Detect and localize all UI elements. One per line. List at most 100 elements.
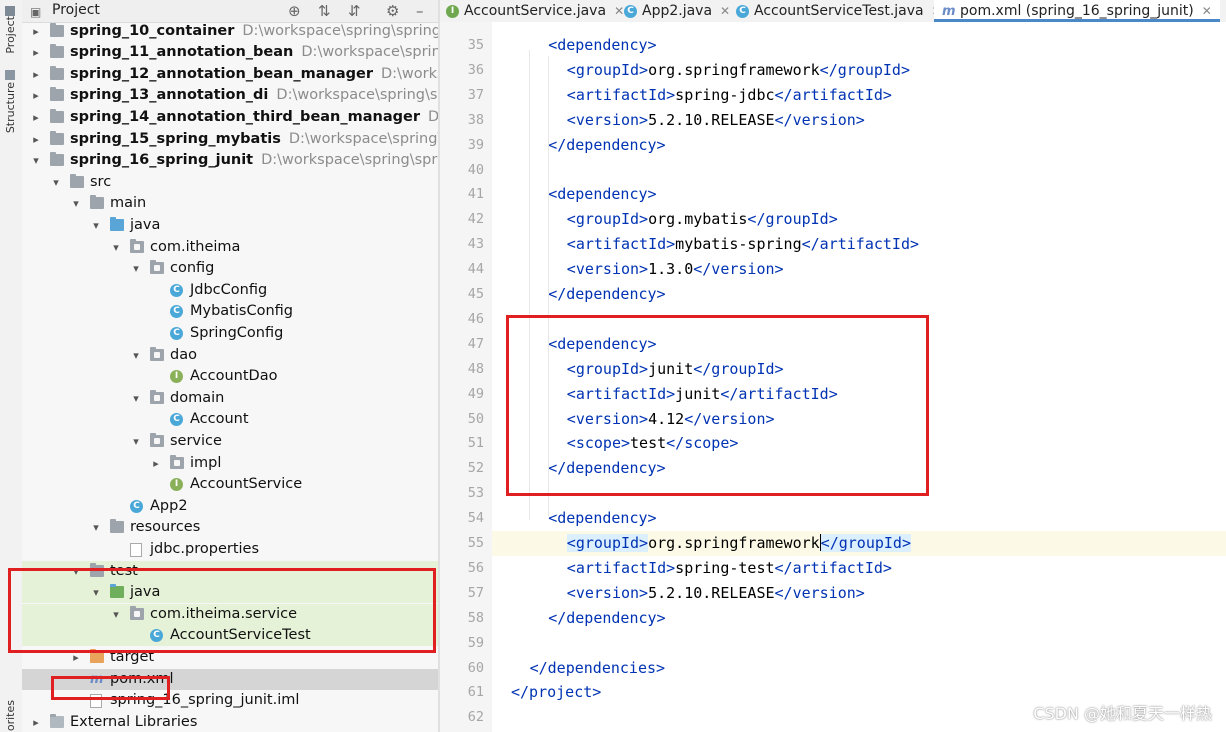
package-icon <box>150 433 164 447</box>
tree-item-path: D:\worksp <box>428 109 438 125</box>
class-icon: C <box>170 413 183 427</box>
code-line[interactable]: <groupId>org.springframework</groupId> <box>492 58 1226 83</box>
tab-account-service[interactable]: I AccountService.java ✕ <box>446 0 624 22</box>
chevron-right-icon[interactable]: ▸ <box>30 64 42 85</box>
tree-item[interactable]: ▾ com.itheima <box>22 237 438 258</box>
tree-item[interactable]: ▾ spring_16_spring_junit D:\workspace\spri… <box>22 150 438 171</box>
code-line[interactable]: <dependency> <box>492 182 1226 207</box>
tree-item-label: resources <box>130 517 200 538</box>
tree-item[interactable]: ▸ spring_15_spring_mybatis D:\workspace\sp… <box>22 129 438 150</box>
structure-tool-icon[interactable] <box>5 70 15 80</box>
tree-item[interactable]: ▸ spring_10_container D:\workspace\spring\… <box>22 21 438 42</box>
tree-item[interactable]: ▾ domain <box>22 388 438 409</box>
code-line[interactable]: <artifactId>spring-test</artifactId> <box>492 556 1226 581</box>
chevron-down-icon[interactable]: ▾ <box>30 150 42 171</box>
project-panel-header: ▣ Project ⊕ ⇅ ⇵ ⚙ – <box>22 0 438 23</box>
chevron-down-icon[interactable]: ▾ <box>50 172 62 193</box>
code-line[interactable]: </dependency> <box>492 133 1226 158</box>
tab-app2[interactable]: C App2.java ✕ <box>624 0 730 22</box>
tree-item[interactable]: ▾ resources <box>22 517 438 538</box>
tree-item[interactable]: ▸ spring_12_annotation_bean_manager D:\wor… <box>22 64 438 85</box>
tree-item[interactable]: ▾ service <box>22 431 438 452</box>
tree-item-name: dao <box>170 346 197 363</box>
code-line[interactable]: <version>5.2.10.RELEASE</version> <box>492 108 1226 133</box>
tree-item[interactable]: I AccountService <box>22 474 438 495</box>
code-line[interactable]: <artifactId>spring-jdbc</artifactId> <box>492 83 1226 108</box>
collapse-icon[interactable]: ⇅ <box>318 2 331 20</box>
annotation-box-pom <box>51 676 170 700</box>
expand-icon[interactable]: ⇵ <box>348 2 361 20</box>
tab-pom-xml[interactable]: m pom.xml (spring_16_spring_junit) ✕ <box>934 0 1220 22</box>
code-line[interactable]: <groupId>org.springframework</groupId> <box>492 531 1226 556</box>
project-tool-button[interactable]: Project <box>4 16 17 54</box>
chevron-down-icon[interactable]: ▾ <box>70 193 82 214</box>
package-icon <box>150 389 164 404</box>
chevron-right-icon[interactable]: ▸ <box>30 107 42 128</box>
line-number: 60 <box>467 659 484 676</box>
tree-item[interactable]: C MybatisConfig <box>22 301 438 322</box>
code-line[interactable]: </dependencies> <box>492 656 1226 681</box>
chevron-right-icon[interactable]: ▸ <box>30 712 42 732</box>
chevron-down-icon[interactable]: ▾ <box>130 258 142 279</box>
code-line[interactable]: <version>1.3.0</version> <box>492 257 1226 282</box>
chevron-down-icon[interactable]: ▾ <box>110 237 122 258</box>
tree-item[interactable]: ▸ External Libraries <box>22 712 438 732</box>
line-number: 51 <box>467 435 484 452</box>
project-panel-title[interactable]: Project <box>52 0 100 20</box>
chevron-down-icon[interactable]: ▾ <box>130 431 142 452</box>
tree-item[interactable]: C Account <box>22 409 438 430</box>
tree-item[interactable]: ▾ config <box>22 258 438 279</box>
tab-account-service-test[interactable]: CAccountServiceTest.java✕ <box>736 0 942 22</box>
tree-item[interactable]: jdbc.properties <box>22 539 438 560</box>
annotation-box-test-folder <box>8 568 436 653</box>
chevron-down-icon[interactable]: ▾ <box>130 388 142 409</box>
chevron-down-icon[interactable]: ▾ <box>90 517 102 538</box>
chevron-right-icon[interactable]: ▸ <box>150 453 162 474</box>
chevron-right-icon[interactable]: ▸ <box>30 85 42 106</box>
tree-item[interactable]: ▾ dao <box>22 345 438 366</box>
code-line[interactable]: </dependency> <box>492 282 1226 307</box>
code-line[interactable]: <version>5.2.10.RELEASE</version> <box>492 581 1226 606</box>
minimize-icon[interactable]: – <box>416 2 424 20</box>
tree-item[interactable]: C SpringConfig <box>22 323 438 344</box>
chevron-right-icon[interactable]: ▸ <box>30 21 42 42</box>
chevron-right-icon[interactable]: ▸ <box>30 42 42 63</box>
close-icon[interactable]: ✕ <box>1202 4 1212 18</box>
tree-item[interactable]: C App2 <box>22 496 438 517</box>
xml-tag: <dependency> <box>548 509 657 528</box>
editor-tab-bar: I AccountService.java ✕ C App2.java ✕ C Accou… <box>440 0 1226 23</box>
tree-item[interactable]: ▸ spring_11_annotation_bean D:\workspace\s… <box>22 42 438 63</box>
code-line[interactable]: <groupId>org.mybatis</groupId> <box>492 207 1226 232</box>
tree-item[interactable]: I AccountDao <box>22 366 438 387</box>
chevron-right-icon[interactable]: ▸ <box>30 129 42 150</box>
code-line[interactable] <box>492 631 1226 656</box>
tree-item[interactable]: ▾ main <box>22 193 438 214</box>
gear-icon[interactable]: ⚙ <box>386 2 399 20</box>
tree-item[interactable]: ▸ spring_14_annotation_third_bean_manager… <box>22 107 438 128</box>
close-icon[interactable]: ✕ <box>720 4 730 18</box>
code-line[interactable]: <dependency> <box>492 33 1226 58</box>
code-line[interactable]: </dependency> <box>492 606 1226 631</box>
tree-item[interactable]: ▸ impl <box>22 453 438 474</box>
structure-tool-button[interactable]: Structure <box>4 82 17 133</box>
tree-item[interactable]: ▸ spring_13_annotation_di D:\workspace\spr… <box>22 85 438 106</box>
project-tool-icon[interactable] <box>5 6 15 16</box>
xml-value: 1.3.0 <box>648 260 694 279</box>
tree-item-label: AccountDao <box>190 366 277 387</box>
chevron-down-icon[interactable]: ▾ <box>130 345 142 366</box>
tree-item[interactable]: C JdbcConfig <box>22 280 438 301</box>
tree-item[interactable]: ▾ java <box>22 215 438 236</box>
crosshair-icon[interactable]: ⊕ <box>288 2 301 20</box>
chevron-down-icon[interactable]: ▾ <box>90 215 102 236</box>
code-line[interactable]: <dependency> <box>492 506 1226 531</box>
properties-file-icon <box>130 543 142 557</box>
close-icon[interactable]: ✕ <box>614 4 624 18</box>
line-number-gutter: 35 36 37 38 39 40 41 42 43 44 45 46 47 48 49 50 51 52 53 54… <box>440 22 492 732</box>
tree-item[interactable]: ▾ src <box>22 172 438 193</box>
code-line[interactable] <box>492 158 1226 183</box>
tab-label: AccountServiceTest.java <box>754 3 924 19</box>
code-line[interactable]: <artifactId>mybatis-spring</artifactId> <box>492 232 1226 257</box>
tree-item-name: spring_11_annotation_bean <box>70 44 294 61</box>
favorites-tool-button[interactable]: orites <box>4 700 17 731</box>
tree-item-name: config <box>170 260 215 277</box>
